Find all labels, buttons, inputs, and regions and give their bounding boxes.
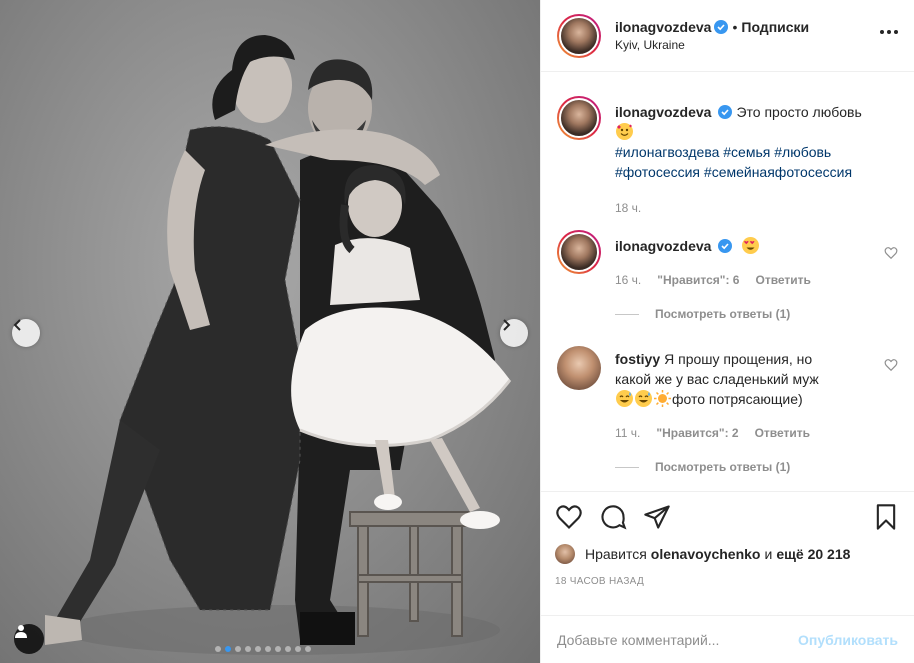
author-username[interactable]: ilonagvozdeva [615, 19, 711, 35]
smiling-face-with-hearts-icon [616, 123, 633, 140]
carousel-dot [235, 646, 241, 652]
comment-item: ilonagvozdeva 16 ч. "Нравится": 6 Ответи… [557, 230, 898, 324]
caption-author-avatar[interactable] [557, 96, 601, 140]
chevron-left-icon [13, 319, 21, 331]
verified-badge-icon [718, 105, 733, 119]
liker-avatar[interactable] [555, 544, 575, 564]
save-bookmark-icon[interactable] [872, 503, 900, 531]
view-replies-button[interactable]: Посмотреть ответы (1) [615, 304, 898, 324]
caption-hashtags-line-2[interactable]: #фотосессия #семейнаяфотосессия [615, 164, 852, 180]
comments-list[interactable]: ilonagvozdeva Это просто любовь #илонагво… [541, 73, 914, 491]
caption-text: Это просто любовь [736, 104, 862, 120]
comment-text-line-2: какой же у вас сладенький муж [615, 371, 819, 387]
comment-input[interactable] [557, 631, 799, 648]
comment-time[interactable]: 11 ч. [615, 423, 640, 443]
carousel-dot [275, 646, 281, 652]
reply-button[interactable]: Ответить [755, 270, 810, 290]
more-dot-icon [887, 30, 891, 34]
carousel-dot [245, 646, 251, 652]
view-replies-button[interactable]: Посмотреть ответы (1) [615, 457, 898, 477]
carousel-dot [295, 646, 301, 652]
family-photo-illustration [45, 35, 512, 655]
author-avatar[interactable] [557, 13, 601, 58]
like-heart-icon[interactable] [555, 503, 583, 531]
author-meta: ilonagvozdeva • Подписки Kyiv, Ukraine [615, 19, 809, 52]
more-dot-icon [880, 30, 884, 34]
carousel-dot [255, 646, 261, 652]
more-dot-icon [894, 30, 898, 34]
comment-item: fostiyy Я прошу прощения, но какой же у в… [557, 346, 898, 477]
publish-comment-button[interactable]: Опубликовать [798, 632, 898, 648]
carousel-dot [215, 646, 221, 652]
previous-photo-button[interactable] [12, 319, 40, 347]
liker-username[interactable]: olenavoychenko [651, 546, 761, 562]
like-comment-heart-icon[interactable] [884, 246, 898, 260]
carousel-dot [265, 646, 271, 652]
verified-badge-icon [714, 20, 729, 34]
comment-author-avatar[interactable] [557, 230, 601, 274]
likes-summary: Нравится olenavoychenko и ещё 20 218 [555, 542, 900, 566]
chevron-right-icon [503, 319, 511, 331]
post-photo[interactable] [0, 0, 540, 663]
reply-button[interactable]: Ответить [755, 423, 810, 443]
caption-time[interactable]: 18 ч. [615, 198, 641, 218]
comment-likes[interactable]: "Нравится": 2 [656, 423, 738, 443]
tagged-users-button[interactable] [14, 624, 44, 654]
user-icon [15, 625, 27, 638]
comment-time[interactable]: 16 ч. [615, 270, 641, 290]
caption-hashtags-line-1[interactable]: #илонагвоздева #семья #любовь [615, 144, 831, 160]
post-timestamp[interactable]: 18 часов назад [555, 576, 900, 587]
add-comment-bar: Опубликовать [541, 615, 914, 663]
comment-author-avatar[interactable] [557, 346, 601, 390]
comment-text-line-3: фото потрясающие) [672, 391, 803, 407]
post-actions: Нравится olenavoychenko и ещё 20 218 18 … [541, 491, 914, 587]
likes-prefix: Нравится [585, 546, 647, 562]
comment-likes[interactable]: "Нравится": 6 [657, 270, 739, 290]
more-options-button[interactable] [880, 30, 898, 34]
likes-count[interactable]: ещё 20 218 [776, 546, 850, 562]
header-separator: • [732, 19, 738, 35]
sun-icon [654, 390, 671, 407]
verified-badge-icon [718, 239, 733, 253]
comment-bubble-icon[interactable] [599, 503, 627, 531]
heart-eyes-icon [742, 237, 760, 254]
carousel-dot [225, 646, 231, 652]
comment-text-line-1: Я прошу прощения, но [664, 351, 813, 367]
post-location[interactable]: Kyiv, Ukraine [615, 38, 809, 52]
post-details-panel: ilonagvozdeva • Подписки Kyiv, Ukraine i… [540, 0, 914, 663]
post-header: ilonagvozdeva • Подписки Kyiv, Ukraine [541, 0, 914, 72]
comment-username[interactable]: ilonagvozdeva [615, 238, 711, 254]
next-photo-button[interactable] [500, 319, 528, 347]
like-comment-heart-icon[interactable] [884, 358, 898, 372]
caption: ilonagvozdeva Это просто любовь #илонагво… [557, 96, 898, 218]
grinning-sweat-icon [616, 390, 633, 407]
likes-middle: и [764, 546, 773, 562]
grinning-sweat-icon [635, 390, 652, 407]
comment-username[interactable]: fostiyy [615, 351, 660, 367]
carousel-dot [305, 646, 311, 652]
share-paper-plane-icon[interactable] [643, 503, 671, 531]
following-button[interactable]: Подписки [741, 19, 809, 35]
carousel-dot [285, 646, 291, 652]
carousel-indicator [215, 646, 311, 652]
caption-username[interactable]: ilonagvozdeva [615, 104, 711, 120]
